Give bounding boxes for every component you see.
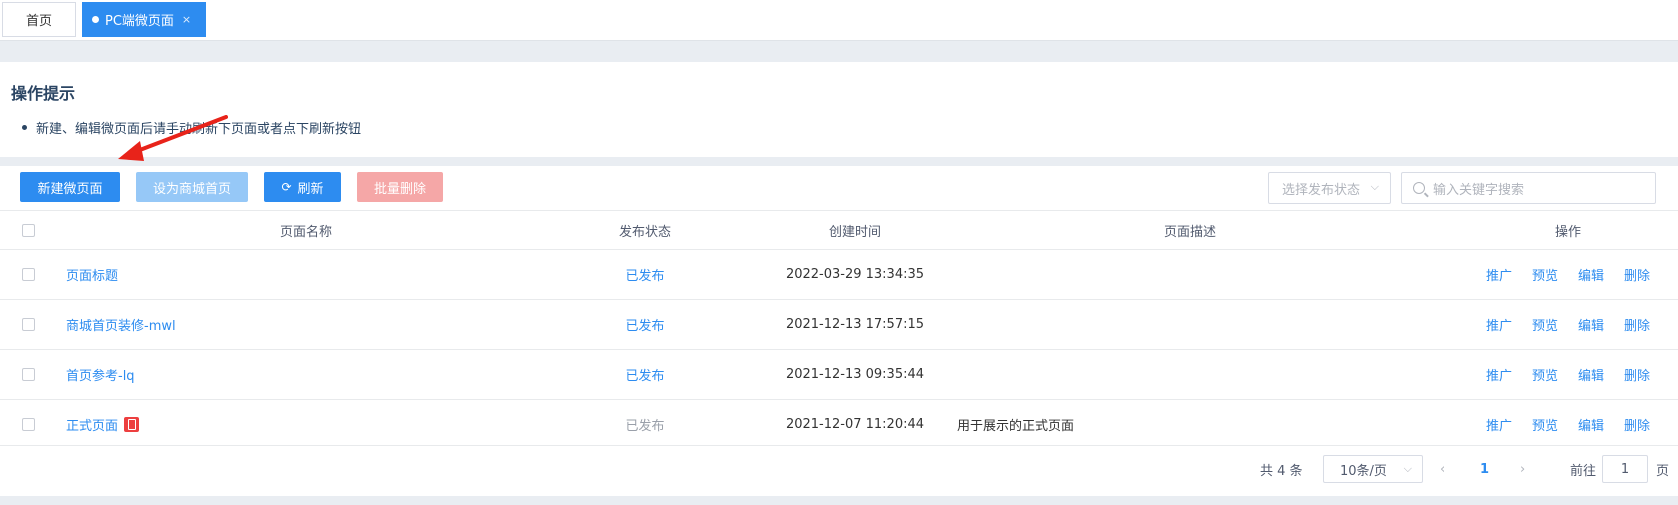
edit-link[interactable]: 编辑 — [1578, 315, 1604, 334]
row-actions: 推广 预览 编辑 删除 — [1460, 400, 1676, 449]
table-row: 页面标题 已发布 2022-03-29 13:34:35 推广 预览 编辑 删除 — [0, 249, 1678, 299]
active-dot-icon — [92, 16, 99, 23]
page-desc: 用于展示的正式页面 — [957, 419, 1075, 434]
page-desc — [957, 300, 1437, 349]
preview-link[interactable]: 预览 — [1532, 415, 1558, 434]
row-actions: 推广 预览 编辑 删除 — [1460, 300, 1676, 349]
status-text: 已发布 — [625, 419, 665, 434]
table-row: 正式页面 已发布 2021-12-07 11:20:44 用于展示的正式页面 推… — [0, 399, 1678, 449]
prev-page-button[interactable]: ‹ — [1440, 455, 1445, 483]
chevron-down-icon: ⌵ — [1403, 462, 1412, 475]
mobile-page-icon — [124, 417, 140, 432]
promote-link[interactable]: 推广 — [1486, 265, 1512, 284]
delete-link[interactable]: 删除 — [1624, 315, 1650, 334]
batch-delete-button[interactable]: 批量删除 — [357, 172, 443, 202]
page-size-value: 10条/页 — [1340, 463, 1387, 479]
created-time: 2021-12-07 11:20:44 — [785, 417, 925, 432]
status-link[interactable]: 已发布 — [580, 300, 710, 349]
status-link[interactable]: 已发布 — [580, 350, 710, 399]
header-name: 页面名称 — [279, 224, 332, 240]
table-row: 商城首页装修-mwl 已发布 2021-12-13 17:57:15 推广 预览… — [0, 299, 1678, 349]
promote-link[interactable]: 推广 — [1486, 415, 1512, 434]
micro-page-table: 页面名称 发布状态 创建时间 页面描述 操作 页面标题 已发布 2022-03-… — [0, 210, 1678, 449]
table-row: 首页参考-lq 已发布 2021-12-13 09:35:44 推广 预览 编辑… — [0, 349, 1678, 399]
tab-home[interactable]: 首页 — [2, 2, 76, 37]
page-number-current[interactable]: 1 — [1480, 455, 1489, 483]
header-status: 发布状态 — [618, 224, 671, 240]
tips-item: 新建、编辑微页面后请手动刷新下页面或者点下刷新按钮 — [22, 118, 361, 137]
status-link[interactable]: 已发布 — [580, 250, 710, 299]
goto-label: 前往 — [1570, 463, 1597, 479]
goto-page-input[interactable]: 1 — [1602, 455, 1648, 483]
goto-unit: 页 — [1656, 463, 1670, 479]
search-icon — [1413, 182, 1425, 194]
set-home-button[interactable]: 设为商城首页 — [136, 172, 248, 202]
main-panel: 新建微页面 设为商城首页 ⟳ 刷新 批量删除 选择发布状态 ⌵ 输入关键字搜索 … — [0, 166, 1678, 496]
new-micro-page-button[interactable]: 新建微页面 — [20, 172, 120, 202]
row-actions: 推广 预览 编辑 删除 — [1460, 350, 1676, 399]
row-checkbox[interactable] — [22, 400, 36, 449]
preview-link[interactable]: 预览 — [1532, 315, 1558, 334]
table-header: 页面名称 发布状态 创建时间 页面描述 操作 — [0, 210, 1678, 249]
delete-link[interactable]: 删除 — [1624, 265, 1650, 284]
refresh-label: 刷新 — [297, 181, 324, 197]
publish-status-placeholder: 选择发布状态 — [1282, 182, 1361, 198]
page-name-cell: 正式页面 — [66, 400, 546, 449]
header-created: 创建时间 — [828, 224, 881, 240]
chevron-down-icon: ⌵ — [1370, 180, 1379, 193]
created-time: 2021-12-13 09:35:44 — [785, 367, 925, 382]
publish-status-select[interactable]: 选择发布状态 ⌵ — [1268, 172, 1391, 204]
page-desc — [957, 350, 1437, 399]
tab-bar: 首页 PC端微页面 × — [0, 0, 1678, 41]
header-ops: 操作 — [1554, 224, 1581, 240]
delete-link[interactable]: 删除 — [1624, 365, 1650, 384]
page-name-link[interactable]: 商城首页装修-mwl — [66, 300, 546, 349]
tab-label: PC端微页面 — [105, 14, 174, 29]
refresh-icon: ⟳ — [281, 180, 292, 194]
tips-title: 操作提示 — [11, 84, 76, 103]
preview-link[interactable]: 预览 — [1532, 365, 1558, 384]
preview-link[interactable]: 预览 — [1532, 265, 1558, 284]
page-size-select[interactable]: 10条/页 ⌵ — [1323, 455, 1423, 483]
row-actions: 推广 预览 编辑 删除 — [1460, 250, 1676, 299]
promote-link[interactable]: 推广 — [1486, 315, 1512, 334]
select-all-checkbox[interactable] — [22, 211, 36, 249]
row-checkbox[interactable] — [22, 300, 36, 349]
header-desc: 页面描述 — [1163, 224, 1216, 240]
edit-link[interactable]: 编辑 — [1578, 265, 1604, 284]
refresh-button[interactable]: ⟳ 刷新 — [264, 172, 341, 202]
page-name-link[interactable]: 正式页面 — [66, 415, 118, 434]
page-desc — [957, 250, 1437, 299]
created-time: 2021-12-13 17:57:15 — [785, 317, 925, 332]
tips-item-text: 新建、编辑微页面后请手动刷新下页面或者点下刷新按钮 — [36, 122, 362, 137]
page-name-link[interactable]: 首页参考-lq — [66, 350, 546, 399]
search-placeholder: 输入关键字搜索 — [1433, 182, 1525, 198]
bullet-icon — [22, 125, 27, 130]
pagination-total: 共 4 条 — [1260, 463, 1303, 479]
next-page-button[interactable]: › — [1520, 455, 1525, 483]
delete-link[interactable]: 删除 — [1624, 415, 1650, 434]
page-name-link[interactable]: 页面标题 — [66, 250, 546, 299]
close-icon[interactable]: × — [182, 13, 191, 26]
row-checkbox[interactable] — [22, 350, 36, 399]
promote-link[interactable]: 推广 — [1486, 365, 1512, 384]
search-input[interactable]: 输入关键字搜索 — [1401, 172, 1656, 204]
tab-pc-micro-page[interactable]: PC端微页面 × — [82, 2, 206, 37]
pagination: 共 4 条 10条/页 ⌵ ‹ 1 › 前往 1 页 — [0, 445, 1678, 487]
operation-tips-panel: 操作提示 新建、编辑微页面后请手动刷新下页面或者点下刷新按钮 — [0, 62, 1678, 157]
row-checkbox[interactable] — [22, 250, 36, 299]
created-time: 2022-03-29 13:34:35 — [785, 267, 925, 282]
edit-link[interactable]: 编辑 — [1578, 415, 1604, 434]
edit-link[interactable]: 编辑 — [1578, 365, 1604, 384]
